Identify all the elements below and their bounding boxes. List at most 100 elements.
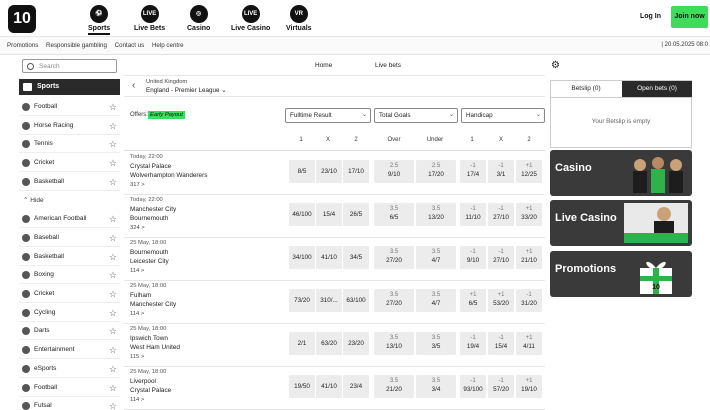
- sidebar-item-baseball[interactable]: Baseball ☆: [19, 229, 120, 247]
- nav-casino[interactable]: ◎ Casino: [187, 5, 210, 32]
- sports-header[interactable]: Sports: [19, 79, 120, 95]
- back-arrow-icon[interactable]: ‹: [132, 80, 135, 91]
- sidebar-item-entertainment[interactable]: Entertainment ☆: [19, 341, 120, 360]
- sidebar-item-cycling[interactable]: Cycling ☆: [19, 304, 120, 322]
- sidebar-item-basketball[interactable]: Basketball ☆: [19, 173, 120, 191]
- sidebar-item-futsal[interactable]: Futsal ☆: [19, 397, 120, 410]
- odds-button-handicap[interactable]: -1 15/4: [488, 332, 514, 355]
- contact-us-link[interactable]: Contact us: [115, 42, 145, 49]
- logo[interactable]: 10: [8, 5, 36, 33]
- odds-button-result[interactable]: 17/10: [343, 160, 369, 183]
- search-input[interactable]: Search: [22, 59, 117, 73]
- help-centre-link[interactable]: Help centre: [152, 42, 184, 49]
- total-goals-dropdown[interactable]: Total Goals ⌄: [374, 108, 458, 123]
- odds-button-handicap[interactable]: -1 27/10: [488, 203, 514, 226]
- odds-button-result[interactable]: 73/20: [289, 289, 315, 312]
- nav-sports[interactable]: ⚽ Sports: [88, 5, 111, 35]
- favorite-star-icon[interactable]: ☆: [109, 304, 117, 322]
- odds-button-over[interactable]: 3.5 6/5: [374, 203, 414, 226]
- odds-button-handicap[interactable]: -1 27/10: [488, 246, 514, 269]
- more-markets-link[interactable]: 115 >: [130, 354, 144, 360]
- odds-button-under[interactable]: 3.5 3/4: [416, 375, 456, 398]
- odds-button-result[interactable]: 2/1: [289, 332, 315, 355]
- odds-button-handicap[interactable]: +1 12/25: [516, 160, 542, 183]
- odds-button-handicap[interactable]: +1 4/11: [516, 332, 542, 355]
- odds-button-result[interactable]: 26/5: [343, 203, 369, 226]
- away-team[interactable]: Bournemouth: [130, 215, 168, 222]
- home-team[interactable]: Manchester City: [130, 206, 176, 213]
- login-button[interactable]: Log In: [640, 13, 661, 20]
- odds-button-under[interactable]: 3.5 13/20: [416, 203, 456, 226]
- odds-button-result[interactable]: 23/20: [343, 332, 369, 355]
- odds-button-result[interactable]: 19/50: [289, 375, 315, 398]
- away-team[interactable]: Manchester City: [130, 301, 176, 308]
- odds-button-result[interactable]: 34/5: [343, 246, 369, 269]
- nav-virtuals[interactable]: VR Virtuals: [286, 5, 312, 32]
- sidebar-item-american-football[interactable]: American Football ☆: [19, 210, 120, 229]
- odds-button-handicap[interactable]: +1 19/10: [516, 375, 542, 398]
- odds-button-result[interactable]: 63/20: [316, 332, 342, 355]
- odds-button-over[interactable]: 2.5 9/10: [374, 160, 414, 183]
- sidebar-item-darts[interactable]: Darts ☆: [19, 322, 120, 341]
- sidebar-item-cricket[interactable]: Cricket ☆: [19, 285, 120, 303]
- odds-button-handicap[interactable]: +1 6/5: [460, 289, 486, 312]
- gear-icon[interactable]: ⚙: [551, 60, 560, 71]
- odds-button-handicap[interactable]: +1 33/20: [516, 203, 542, 226]
- odds-button-handicap[interactable]: +1 21/10: [516, 246, 542, 269]
- odds-button-result[interactable]: 8/5: [289, 160, 315, 183]
- odds-button-under[interactable]: 3.5 4/7: [416, 289, 456, 312]
- favorite-star-icon[interactable]: ☆: [109, 248, 117, 266]
- odds-button-result[interactable]: 41/10: [316, 375, 342, 398]
- favorite-star-icon[interactable]: ☆: [109, 210, 117, 228]
- away-team[interactable]: Crystal Palace: [130, 387, 171, 394]
- hide-toggle[interactable]: ⌃ Hide: [19, 192, 120, 210]
- odds-button-handicap[interactable]: -1 9/10: [460, 246, 486, 269]
- away-team[interactable]: Wolverhampton Wanderers: [130, 172, 207, 179]
- odds-button-over[interactable]: 3.5 13/10: [374, 332, 414, 355]
- odds-button-handicap[interactable]: -1 3/1: [488, 160, 514, 183]
- promotions-link[interactable]: Promotions: [7, 42, 38, 49]
- nav-live-bets[interactable]: LIVE Live Bets: [134, 5, 165, 32]
- sidebar-item-basketball[interactable]: Basketball ☆: [19, 248, 120, 266]
- odds-button-handicap[interactable]: -1 11/10: [460, 203, 486, 226]
- sidebar-item-tennis[interactable]: Tennis ☆: [19, 135, 120, 154]
- odds-button-handicap[interactable]: +1 53/20: [488, 289, 514, 312]
- sidebar-item-esports[interactable]: eSports ☆: [19, 360, 120, 378]
- handicap-dropdown[interactable]: Handicap ⌄: [461, 108, 545, 123]
- live-casino-promo-banner[interactable]: Live Casino: [550, 200, 692, 246]
- promotions-promo-banner[interactable]: Promotions 10: [550, 251, 692, 297]
- odds-button-handicap[interactable]: -1 17/4: [460, 160, 486, 183]
- favorite-star-icon[interactable]: ☆: [109, 322, 117, 340]
- home-team[interactable]: Liverpool: [130, 378, 156, 385]
- nav-live-casino[interactable]: LIVE Live Casino: [231, 5, 270, 32]
- sidebar-item-football[interactable]: Football ☆: [19, 379, 120, 397]
- odds-button-handicap[interactable]: -1 31/20: [516, 289, 542, 312]
- home-team[interactable]: Ipswich Town: [130, 335, 168, 342]
- join-now-button[interactable]: Join now: [671, 6, 708, 28]
- odds-button-over[interactable]: 3.5 27/20: [374, 289, 414, 312]
- favorite-star-icon[interactable]: ☆: [109, 173, 117, 191]
- favorite-star-icon[interactable]: ☆: [109, 135, 117, 153]
- sidebar-item-cricket[interactable]: Cricket ☆: [19, 154, 120, 173]
- odds-button-under[interactable]: 2.5 17/20: [416, 160, 456, 183]
- more-markets-link[interactable]: 114 >: [130, 268, 144, 274]
- favorite-star-icon[interactable]: ☆: [109, 285, 117, 303]
- more-markets-link[interactable]: 114 >: [130, 397, 144, 403]
- away-team[interactable]: Leicester City: [130, 258, 169, 265]
- responsible-gambling-link[interactable]: Responsible gambling: [46, 42, 107, 49]
- away-team[interactable]: West Ham United: [130, 344, 180, 351]
- favorite-star-icon[interactable]: ☆: [109, 341, 117, 359]
- sidebar-item-boxing[interactable]: Boxing ☆: [19, 266, 120, 285]
- early-payout-badge[interactable]: Early Payout: [148, 111, 185, 119]
- favorite-star-icon[interactable]: ☆: [109, 154, 117, 172]
- odds-button-under[interactable]: 3.5 3/5: [416, 332, 456, 355]
- home-team[interactable]: Bournemouth: [130, 249, 168, 256]
- tab-live-bets[interactable]: Live bets: [375, 62, 401, 69]
- odds-button-result[interactable]: 46/100: [289, 203, 315, 226]
- odds-button-result[interactable]: 310/...: [316, 289, 342, 312]
- favorite-star-icon[interactable]: ☆: [109, 360, 117, 378]
- odds-button-handicap[interactable]: -1 93/100: [460, 375, 486, 398]
- more-markets-link[interactable]: 317 >: [130, 182, 145, 188]
- odds-button-handicap[interactable]: -1 19/4: [460, 332, 486, 355]
- odds-button-result[interactable]: 34/100: [289, 246, 315, 269]
